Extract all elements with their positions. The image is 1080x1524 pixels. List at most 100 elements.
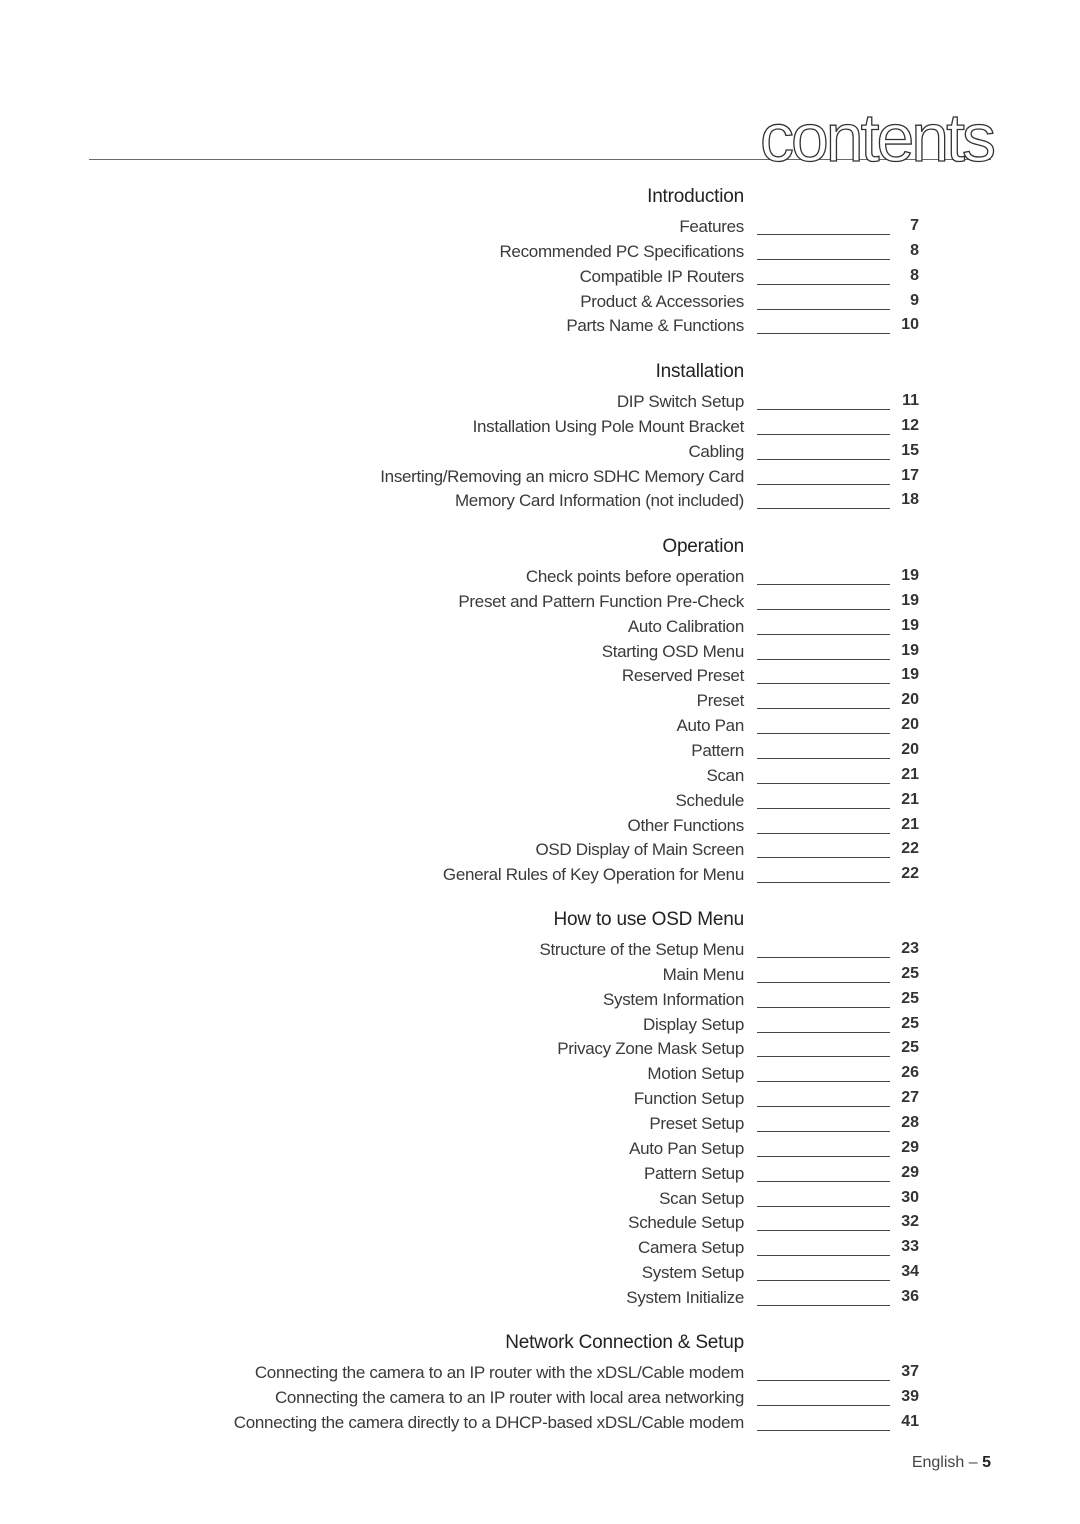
leader-line [757, 1006, 890, 1008]
toc-entry[interactable]: Recommended PC Specifications 8 [0, 242, 1080, 266]
toc-entry[interactable]: Camera Setup 33 [0, 1238, 1080, 1262]
toc-entry[interactable]: Pattern 20 [0, 741, 1080, 765]
entry-label: Pattern [691, 740, 744, 760]
toc-entry[interactable]: Other Functions 21 [0, 816, 1080, 840]
toc-entry[interactable]: Privacy Zone Mask Setup 25 [0, 1039, 1080, 1063]
entry-label: Schedule Setup [628, 1213, 744, 1233]
entry-page-number: 9 [910, 291, 919, 309]
entry-page-number: 30 [901, 1188, 919, 1206]
toc-entry[interactable]: Scan 21 [0, 766, 1080, 790]
section-heading: Operation [662, 536, 744, 557]
entry-label: Schedule [675, 790, 745, 810]
toc-entry[interactable]: Connecting the camera to an IP router wi… [0, 1388, 1080, 1412]
toc-entry[interactable]: Preset and Pattern Function Pre-Check 19 [0, 592, 1080, 616]
leader-line [757, 1031, 890, 1033]
leader-line [757, 1081, 890, 1083]
entry-label: Camera Setup [637, 1238, 744, 1258]
toc-entry[interactable]: System Information 25 [0, 990, 1080, 1014]
entry-label: OSD Display of Main Screen [535, 840, 744, 860]
toc-entry[interactable]: Cabling 15 [0, 442, 1080, 466]
entry-page-number: 20 [901, 691, 919, 709]
leader-line [757, 857, 890, 859]
toc-entry[interactable]: Memory Card Information (not included) 18 [0, 491, 1080, 515]
toc-entry[interactable]: Installation Using Pole Mount Bracket 12 [0, 417, 1080, 441]
leader-line [757, 882, 890, 884]
entry-label: DIP Switch Setup [616, 392, 744, 411]
entry-page-number: 32 [901, 1213, 919, 1231]
toc-entry[interactable]: Scan Setup 30 [0, 1189, 1080, 1213]
entry-label: Pattern Setup [643, 1163, 744, 1183]
entry-page-number: 8 [910, 266, 919, 284]
entry-label: System Setup [641, 1263, 745, 1283]
entry-label: System Information [602, 989, 744, 1009]
entry-page-number: 22 [901, 865, 919, 883]
toc-entry[interactable]: Connecting the camera to an IP router wi… [0, 1363, 1080, 1387]
leader-line [757, 608, 890, 610]
toc-entry[interactable]: System Setup 34 [0, 1263, 1080, 1287]
entry-label: Preset Setup [649, 1113, 744, 1133]
leader-line [757, 981, 890, 983]
toc-entry[interactable]: Auto Calibration 19 [0, 617, 1080, 641]
entry-page-number: 36 [901, 1287, 919, 1305]
toc-entry[interactable]: Schedule Setup 32 [0, 1213, 1080, 1237]
entry-page-number: 17 [901, 466, 919, 484]
entry-label: Auto Pan [676, 716, 744, 736]
toc-entry[interactable]: Features 7 [0, 217, 1080, 241]
toc-entry[interactable]: General Rules of Key Operation for Menu 2… [0, 865, 1080, 889]
section-heading: Network Connection & Setup [505, 1332, 744, 1353]
toc-entry[interactable]: Parts Name & Functions 10 [0, 316, 1080, 340]
entry-label: Connecting the camera to an IP router wi… [274, 1387, 744, 1407]
toc-entry[interactable]: Starting OSD Menu 19 [0, 642, 1080, 666]
leader-line [757, 807, 890, 809]
leader-line [757, 1255, 890, 1257]
toc-entry[interactable]: Reserved Preset 19 [0, 666, 1080, 690]
toc-entry[interactable]: Motion Setup 26 [0, 1064, 1080, 1088]
toc-entry[interactable]: Function Setup 27 [0, 1089, 1080, 1113]
toc-entry[interactable]: Preset Setup 28 [0, 1114, 1080, 1138]
leader-line [757, 1429, 890, 1431]
leader-line [757, 832, 890, 834]
toc-entry[interactable]: Auto Pan 20 [0, 716, 1080, 740]
section-heading: Installation [655, 361, 745, 382]
section-heading: How to use OSD Menu [553, 909, 744, 930]
page-title-block: contents [89, 100, 997, 173]
toc-entry[interactable]: OSD Display of Main Screen 22 [0, 840, 1080, 864]
toc-entry[interactable]: Compatible IP Routers 8 [0, 267, 1080, 291]
leader-line [757, 584, 890, 585]
entry-label: Privacy Zone Mask Setup [557, 1039, 744, 1059]
entry-label: Structure of the Setup Menu [539, 940, 744, 959]
entry-page-number: 21 [901, 790, 919, 808]
toc-entry[interactable]: Schedule 21 [0, 791, 1080, 815]
toc-entry[interactable]: Connecting the camera directly to a DHCP… [0, 1413, 1080, 1437]
entry-page-number: 19 [901, 567, 919, 584]
entry-page-number: 22 [901, 840, 919, 858]
leader-line [757, 1056, 890, 1058]
entry-page-number: 8 [910, 241, 919, 259]
entry-page-number: 25 [901, 989, 919, 1007]
toc-entry[interactable]: Inserting/Removing an micro SDHC Memory … [0, 467, 1080, 491]
leader-line [757, 1280, 890, 1282]
leader-line [757, 633, 890, 635]
entry-page-number: 37 [901, 1363, 919, 1380]
toc-entry[interactable]: Display Setup 25 [0, 1015, 1080, 1039]
toc-entry[interactable]: Check points before operation 19 [0, 567, 1080, 591]
entry-page-number: 29 [901, 1163, 919, 1181]
toc-entry[interactable]: System Initialize 36 [0, 1288, 1080, 1312]
entry-page-number: 25 [901, 1014, 919, 1032]
entry-page-number: 19 [901, 616, 919, 634]
entry-page-number: 28 [901, 1113, 919, 1131]
entry-page-number: 10 [901, 316, 919, 334]
toc-entry[interactable]: Preset 20 [0, 691, 1080, 715]
entry-label: General Rules of Key Operation for Menu [442, 865, 744, 885]
toc-entry[interactable]: Product & Accessories 9 [0, 292, 1080, 316]
leader-line [757, 708, 890, 710]
entry-label: Scan Setup [659, 1188, 744, 1208]
entry-page-number: 15 [901, 441, 919, 459]
leader-line [757, 733, 890, 735]
toc-entry[interactable]: Auto Pan Setup 29 [0, 1139, 1080, 1163]
toc-entry[interactable]: DIP Switch Setup 11 [0, 392, 1080, 416]
leader-line [757, 757, 890, 759]
toc-entry[interactable]: Pattern Setup 29 [0, 1164, 1080, 1188]
toc-entry[interactable]: Structure of the Setup Menu 23 [0, 940, 1080, 964]
toc-entry[interactable]: Main Menu 25 [0, 965, 1080, 989]
